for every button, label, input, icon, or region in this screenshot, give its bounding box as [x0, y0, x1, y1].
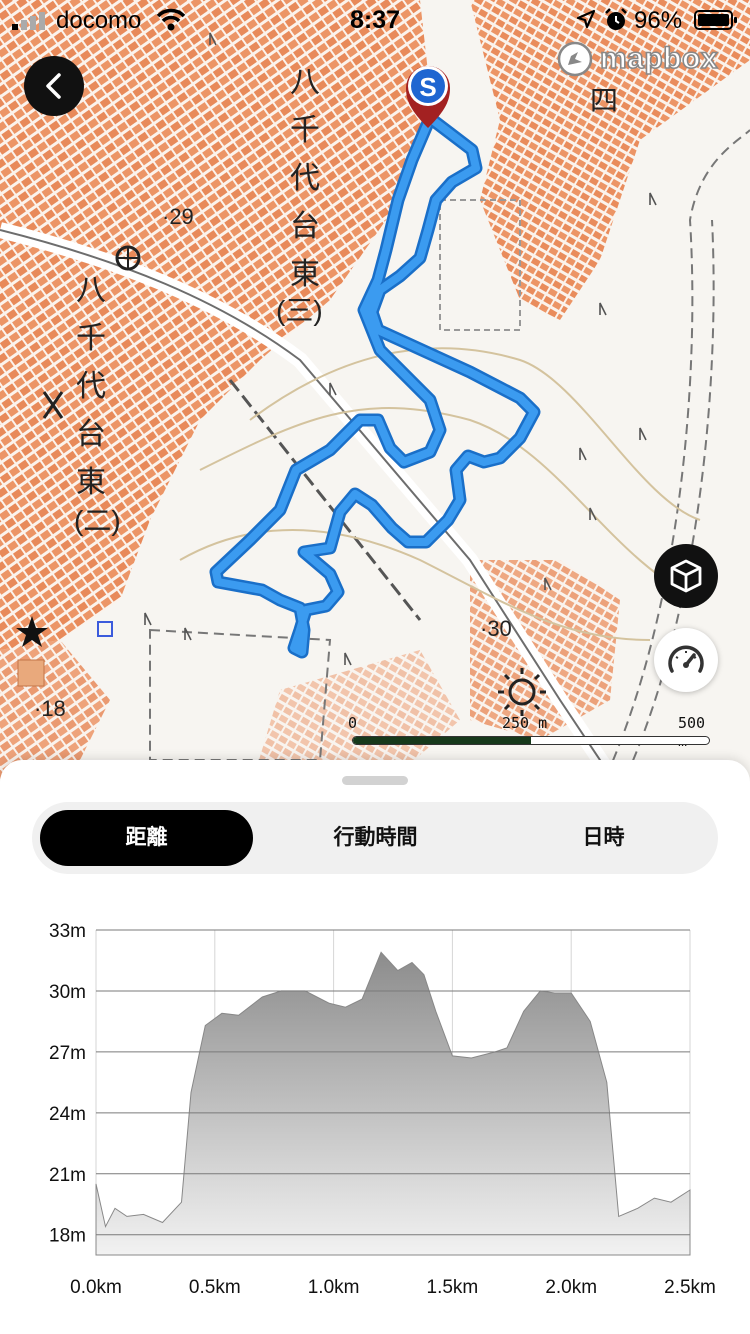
chevron-left-icon — [46, 73, 61, 99]
battery-percent: 96% — [634, 7, 683, 34]
svg-text:千: 千 — [290, 114, 320, 147]
scale-bar-track — [352, 736, 710, 745]
x-tick-label: 1.5km — [427, 1277, 479, 1298]
mapbox-logo: mapbox — [556, 40, 718, 78]
x-tick-label: 1.0km — [308, 1277, 360, 1298]
x-tick-label: 2.5km — [664, 1277, 716, 1298]
x-tick-label: 0.5km — [189, 1277, 241, 1298]
tab-moving-time[interactable]: 行動時間 — [269, 810, 482, 866]
svg-text:八: 八 — [76, 274, 106, 307]
topographic-map[interactable]: 八 千 代 台 東 (三) 八 千 代 台 東 (二) 四 ·29 ·30 ·1… — [0, 0, 750, 790]
y-tick-label: 30m — [49, 982, 86, 1003]
start-marker-label: S — [419, 72, 436, 102]
y-tick-label: 24m — [49, 1104, 86, 1125]
svg-text:·18: ·18 — [34, 696, 66, 721]
svg-text:千: 千 — [76, 322, 106, 355]
x-tick-label: 2.0km — [545, 1277, 597, 1298]
tab-datetime[interactable]: 日時 — [497, 810, 710, 866]
scale-label-250: 250 m — [502, 714, 548, 732]
sheet-drag-handle[interactable] — [342, 776, 408, 785]
scale-label-0: 0 — [348, 714, 358, 732]
x-tick-label: 0.0km — [70, 1277, 122, 1298]
3d-view-button[interactable] — [654, 544, 718, 608]
mapbox-wordmark: mapbox — [599, 41, 719, 76]
y-tick-label: 33m — [49, 921, 86, 942]
svg-text:台: 台 — [76, 418, 106, 451]
tab-distance[interactable]: 距離 — [40, 810, 253, 866]
y-tick-label: 21m — [49, 1165, 86, 1186]
cube-icon — [670, 559, 702, 593]
svg-text:(三): (三) — [276, 295, 323, 326]
location-arrow-icon — [576, 9, 596, 29]
svg-text:代: 代 — [76, 370, 106, 403]
svg-text:東: 東 — [76, 466, 106, 499]
elevation-chart[interactable]: 18m 21m 24m 27m 30m 33m 0.0km 0.5km 1.0km 1.5km 2… — [0, 900, 750, 1320]
speedometer-icon — [668, 645, 704, 673]
speed-button[interactable] — [654, 628, 718, 692]
svg-text:四: 四 — [590, 85, 618, 116]
svg-text:代: 代 — [290, 162, 320, 195]
map-view[interactable]: 八 千 代 台 東 (三) 八 千 代 台 東 (二) 四 ·29 ·30 ·1… — [0, 0, 750, 790]
svg-text:(二): (二) — [74, 505, 121, 536]
scale-bar: 0 250 m 500 m — [344, 712, 714, 750]
svg-text:·29: ·29 — [162, 204, 194, 229]
x-axis-mode-selector[interactable]: 距離 行動時間 日時 — [32, 802, 718, 874]
battery-icon — [694, 10, 737, 30]
status-bar: docomo 8:37 96% — [0, 0, 750, 40]
svg-text:東: 東 — [290, 258, 320, 291]
alarm-icon — [605, 8, 627, 30]
elevation-area — [95, 951, 691, 1256]
mapbox-mark-icon — [557, 41, 593, 77]
back-button[interactable] — [24, 56, 84, 116]
y-tick-label: 27m — [49, 1043, 86, 1064]
y-tick-label: 18m — [49, 1226, 86, 1247]
area-label-char: 八 — [290, 66, 320, 99]
svg-text:·30: ·30 — [480, 616, 512, 641]
svg-text:台: 台 — [290, 210, 320, 243]
